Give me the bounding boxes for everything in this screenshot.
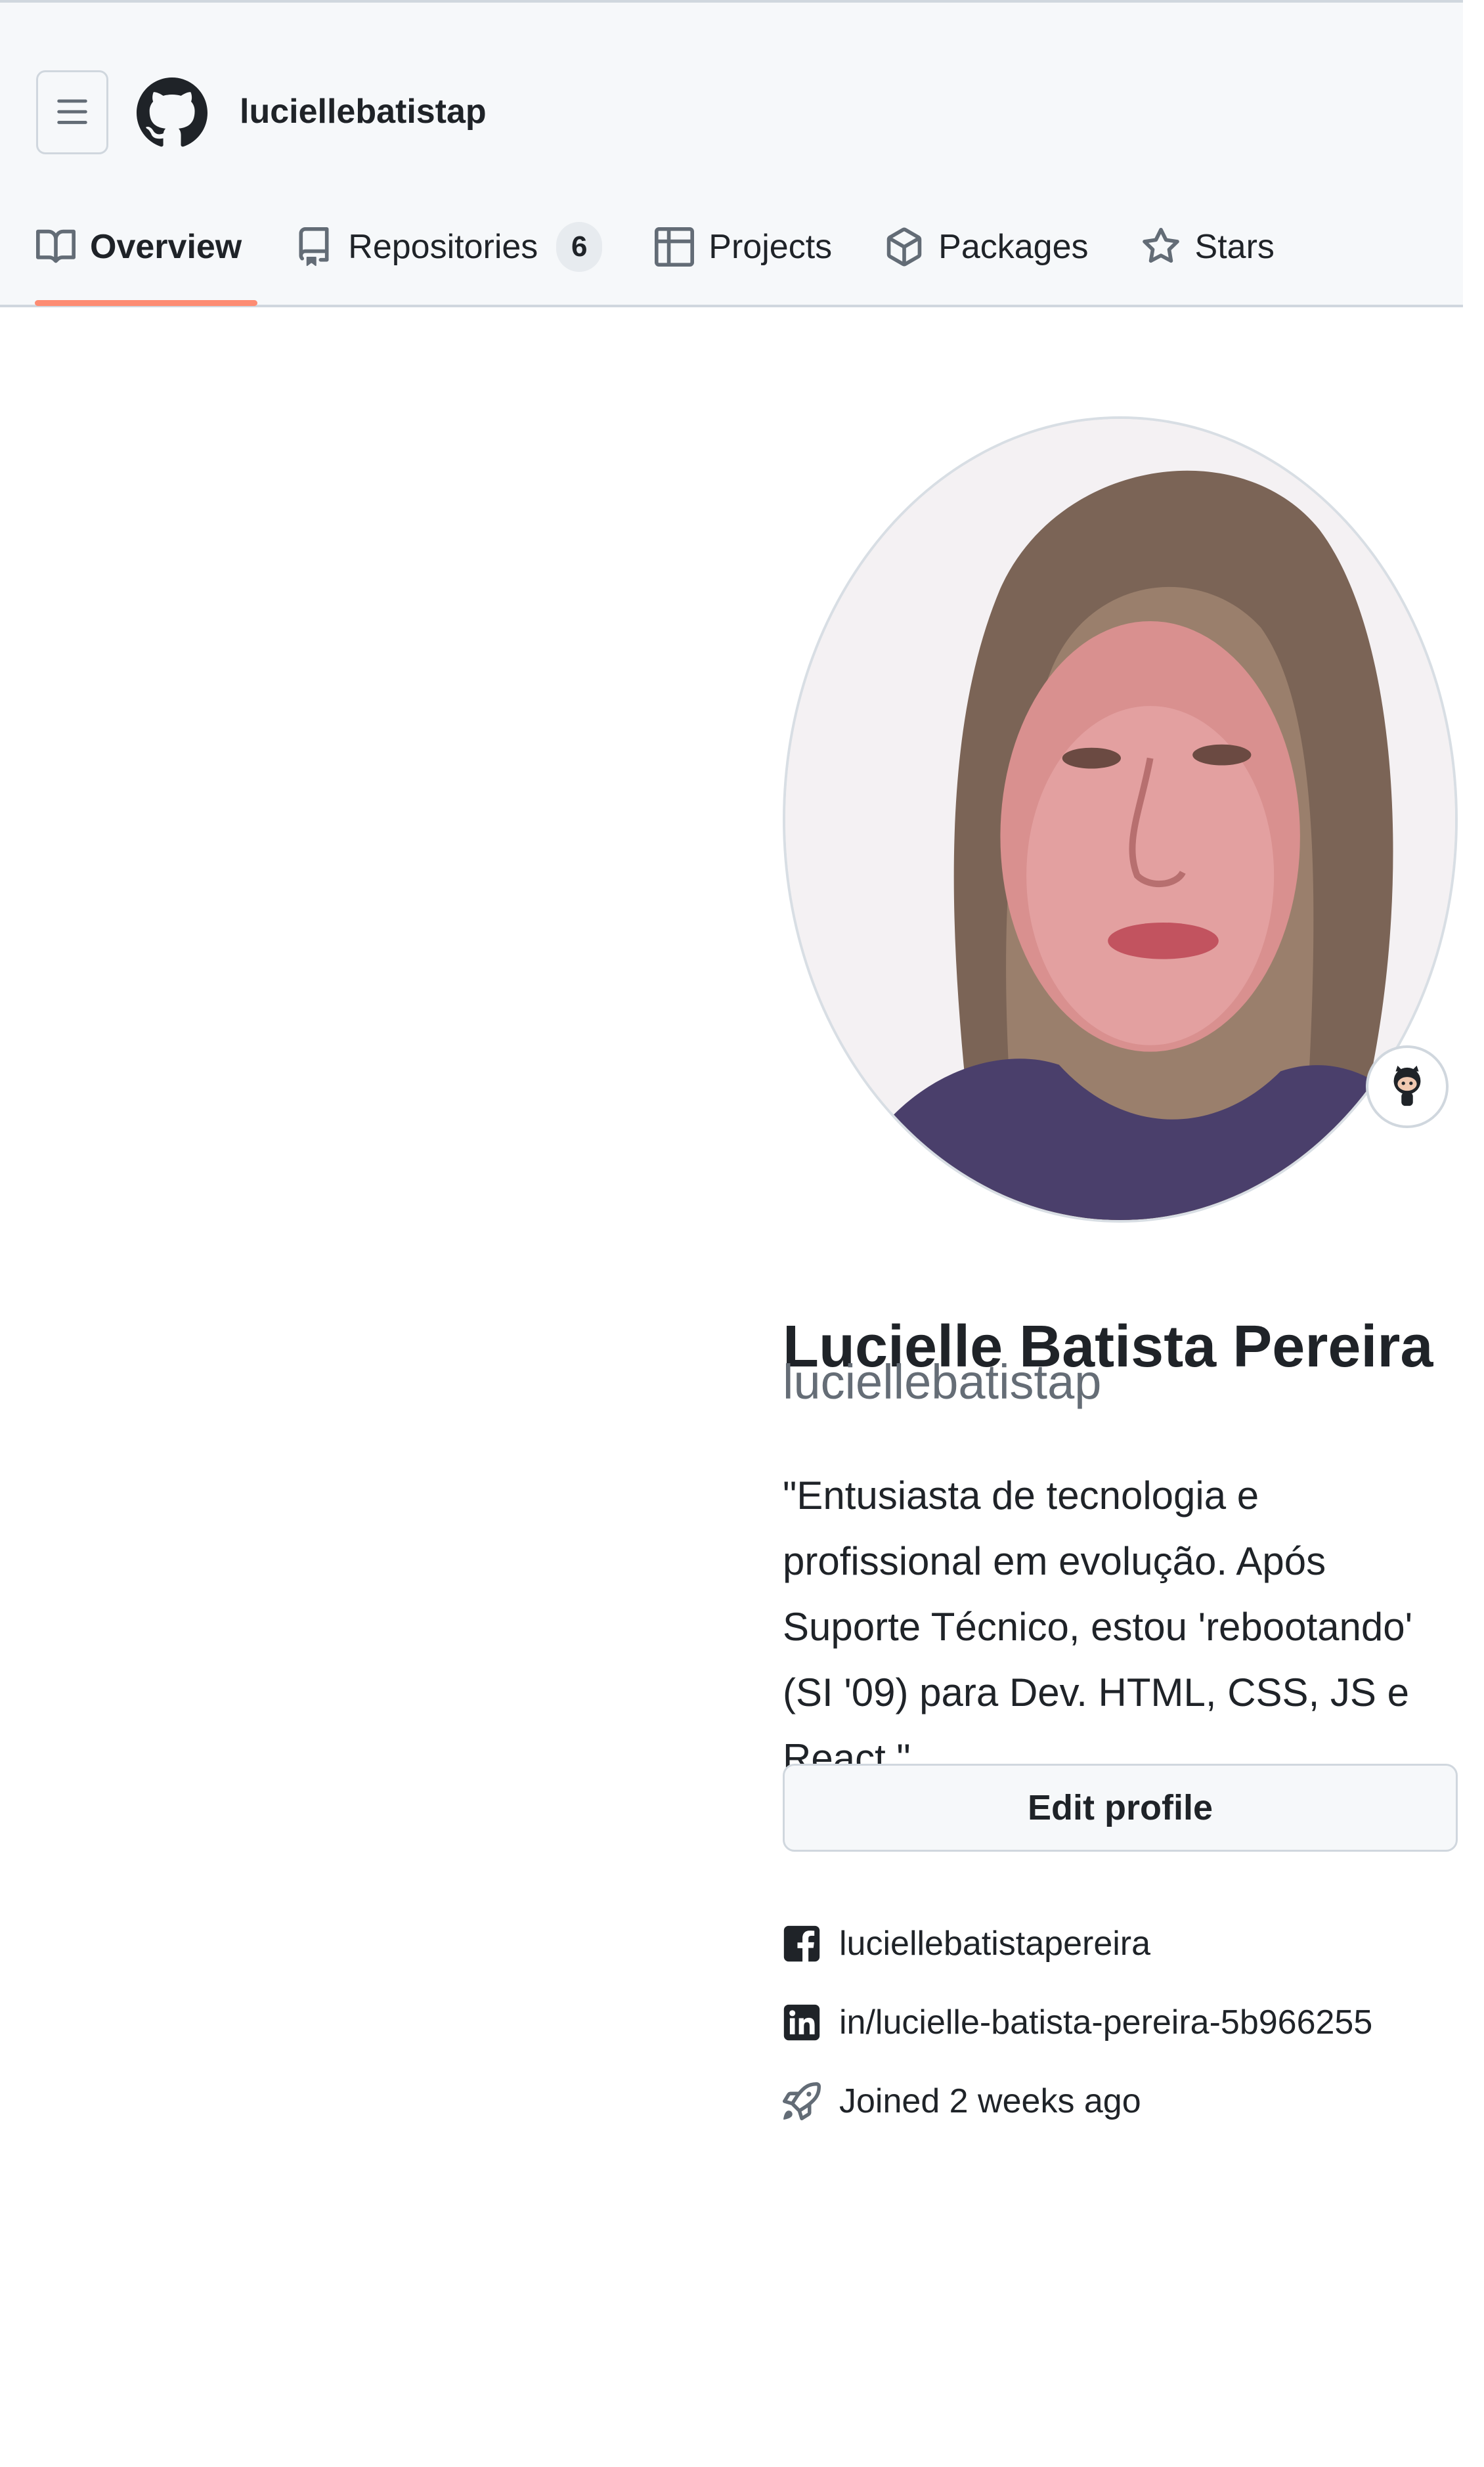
joined-text: Joined 2 weeks ago xyxy=(839,2082,1141,2120)
header-username-link[interactable]: luciellebatistap xyxy=(240,95,487,129)
social-row-joined: Joined 2 weeks ago xyxy=(783,2062,1466,2141)
tab-projects-label: Projects xyxy=(709,228,833,266)
linkedin-icon xyxy=(783,2003,821,2041)
tab-overview[interactable]: Overview xyxy=(35,214,258,306)
profile-bio: "Entusiasta de tecnologia e profissional… xyxy=(783,1474,1413,1780)
package-icon xyxy=(884,227,924,267)
global-header: luciellebatistap Overview Repositories 6… xyxy=(0,0,1463,307)
repo-icon xyxy=(294,227,334,267)
book-icon xyxy=(36,227,76,267)
repositories-counter: 6 xyxy=(556,222,603,272)
tab-repositories[interactable]: Repositories 6 xyxy=(294,214,603,280)
edit-profile-button[interactable]: Edit profile xyxy=(783,1764,1458,1852)
tab-stars-label: Stars xyxy=(1194,228,1275,266)
social-links-list: luciellebatistapereira in/lucielle-batis… xyxy=(783,1904,1466,2141)
profile-tabs: Overview Repositories 6 Projects Package… xyxy=(35,214,1327,310)
social-row-linkedin: in/lucielle-batista-pereira-5b966255 xyxy=(783,1983,1466,2062)
selected-tab-underline xyxy=(35,300,258,306)
facebook-icon xyxy=(783,1925,821,1963)
tab-stars[interactable]: Stars xyxy=(1141,214,1275,280)
tab-packages-label: Packages xyxy=(938,228,1089,266)
tab-projects[interactable]: Projects xyxy=(655,214,832,280)
profile-avatar-container xyxy=(783,416,1458,1223)
menu-button[interactable] xyxy=(36,70,108,154)
profile-login: luciellebatistap xyxy=(783,1355,1102,1409)
avatar-photo xyxy=(785,419,1455,1220)
rocket-icon xyxy=(783,2082,821,2120)
table-icon xyxy=(655,227,695,267)
star-icon xyxy=(1141,227,1181,267)
github-mark-icon xyxy=(136,77,207,147)
profile-avatar[interactable] xyxy=(783,416,1458,1223)
status-emoji-button[interactable] xyxy=(1366,1045,1449,1128)
github-logo-link[interactable] xyxy=(136,74,207,152)
octocat-status-icon xyxy=(1393,1065,1421,1106)
linkedin-link[interactable]: in/lucielle-batista-pereira-5b966255 xyxy=(839,2003,1372,2042)
hamburger-icon xyxy=(57,99,87,124)
tab-packages[interactable]: Packages xyxy=(884,214,1089,280)
tab-overview-label: Overview xyxy=(90,228,242,266)
tab-repositories-label: Repositories xyxy=(348,228,538,266)
facebook-link[interactable]: luciellebatistapereira xyxy=(839,1924,1150,1963)
social-row-facebook: luciellebatistapereira xyxy=(783,1904,1466,1983)
